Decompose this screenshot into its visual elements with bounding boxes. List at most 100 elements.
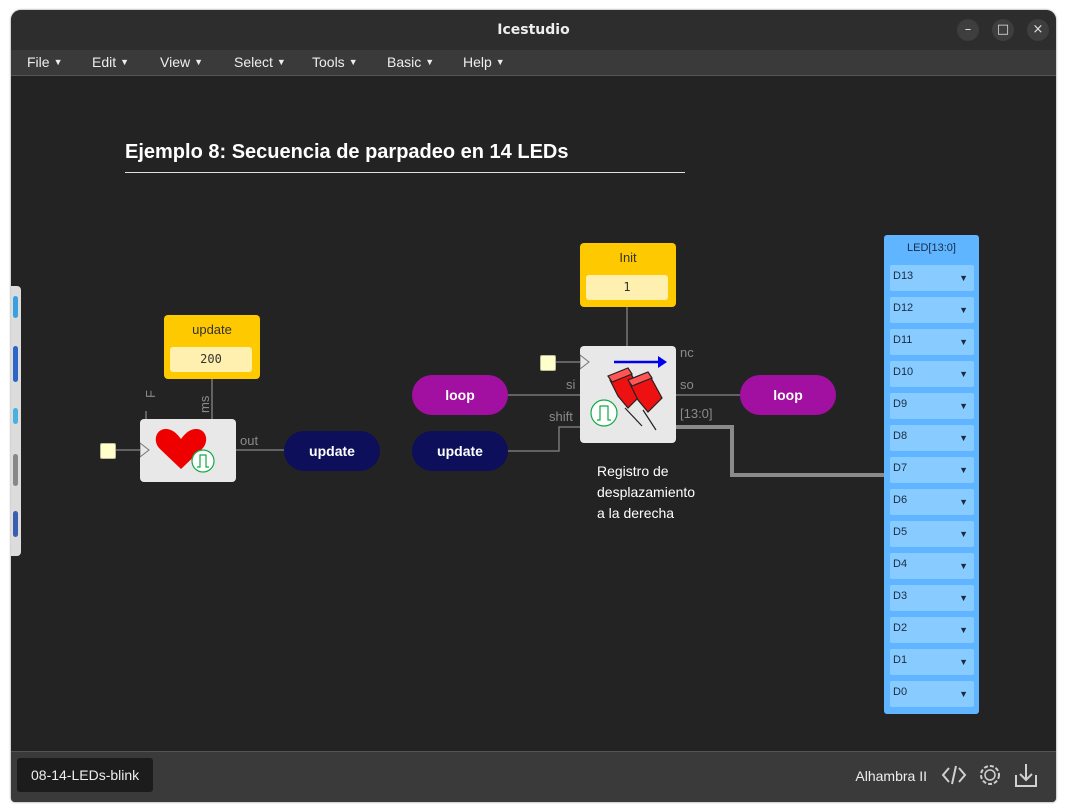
pin-label: D12 [893, 302, 914, 314]
dropdown-arrow-icon: ▼ [959, 561, 968, 571]
port-label-f: F [143, 390, 158, 398]
menu-edit[interactable]: Edit ▼ [92, 54, 129, 70]
constant-update[interactable]: update 200 [164, 315, 260, 379]
pin-label: D0 [893, 686, 908, 698]
pushpin-icon [579, 353, 667, 431]
shift-register-block[interactable] [579, 346, 676, 443]
port-label-si: si [566, 377, 576, 392]
design-canvas[interactable]: Ejemplo 8: Secuencia de parpadeo en 14 L… [11, 76, 1056, 751]
wire-shift[interactable] [508, 426, 580, 452]
pin-select-d5[interactable]: D5 ▼ [890, 521, 974, 547]
pin-select-d1[interactable]: D1 ▼ [890, 649, 974, 675]
pin-label: D8 [893, 430, 908, 442]
heartbeat-block[interactable] [139, 419, 236, 482]
code-icon[interactable] [940, 761, 968, 789]
pin-label: D5 [893, 526, 908, 538]
pin-label: D3 [893, 590, 908, 602]
dropdown-arrow-icon: ▼ [959, 689, 968, 699]
menu-basic[interactable]: Basic ▼ [387, 54, 434, 70]
pin-select-d13[interactable]: D13 ▼ [890, 265, 974, 291]
constant-value[interactable]: 200 [170, 347, 252, 372]
pin-select-d6[interactable]: D6 ▼ [890, 489, 974, 515]
close-button[interactable]: × [1027, 19, 1049, 41]
constant-init[interactable]: Init 1 [580, 243, 676, 307]
pin-select-d12[interactable]: D12 ▼ [890, 297, 974, 323]
dropdown-arrow-icon: ▼ [959, 529, 968, 539]
port-label-out: out [240, 433, 259, 448]
status-bar: 08-14-LEDs-blink Alhambra II [11, 751, 1056, 802]
dropdown-arrow-icon: ▼ [959, 657, 968, 667]
pin-label: D7 [893, 462, 908, 474]
wire-bus[interactable] [676, 425, 890, 477]
heart-icon [139, 428, 215, 473]
pin-label: D6 [893, 494, 908, 506]
dropdown-arrow-icon: ▼ [959, 273, 968, 283]
upload-icon[interactable] [1012, 761, 1040, 789]
pin-label: D13 [893, 270, 914, 282]
title-bar: Icestudio – □ × [11, 10, 1056, 50]
app-window: Icestudio – □ × File ▼ Edit ▼ View ▼ Select… [11, 10, 1056, 802]
dropdown-arrow-icon: ▼ [959, 401, 968, 411]
constant-label: Init [619, 250, 637, 265]
dropdown-arrow-icon: ▼ [959, 369, 968, 379]
menu-select[interactable]: Select ▼ [234, 54, 286, 70]
pin-select-d0[interactable]: D0 ▼ [890, 681, 974, 707]
label-loop-input[interactable]: loop [412, 375, 508, 415]
dropdown-arrow-icon: ▼ [959, 305, 968, 315]
pin-label: D10 [893, 366, 914, 378]
pin-label: D1 [893, 654, 908, 666]
label-loop-output[interactable]: loop [740, 375, 836, 415]
led-panel-title: LED[13:0] [907, 242, 956, 254]
pin-select-d11[interactable]: D11 ▼ [890, 329, 974, 355]
board-name[interactable]: Alhambra II [855, 768, 927, 784]
page-title: Ejemplo 8: Secuencia de parpadeo en 14 L… [125, 141, 569, 163]
port-label-bus: [13:0] [680, 406, 713, 421]
constant-value[interactable]: 1 [586, 275, 668, 300]
maximize-button[interactable]: □ [992, 19, 1014, 41]
input-pin-heartbeat[interactable] [100, 443, 116, 459]
port-label-nc: nc [680, 345, 694, 360]
dropdown-arrow-icon: ▼ [959, 433, 968, 443]
port-label-so: so [680, 377, 694, 392]
chevron-down-icon: ▼ [495, 57, 505, 67]
label-update-input[interactable]: update [412, 431, 508, 471]
minimize-button[interactable]: – [957, 19, 979, 41]
pin-select-d3[interactable]: D3 ▼ [890, 585, 974, 611]
register-note: Registro de desplazamiento a la derecha [597, 461, 695, 524]
menu-file[interactable]: File ▼ [27, 54, 62, 70]
pin-select-d7[interactable]: D7 ▼ [890, 457, 974, 483]
dropdown-arrow-icon: ▼ [959, 337, 968, 347]
pin-select-d9[interactable]: D9 ▼ [890, 393, 974, 419]
chevron-down-icon: ▼ [53, 57, 63, 67]
pin-label: D4 [893, 558, 908, 570]
port-label-ms: ms [197, 395, 212, 413]
chevron-down-icon: ▼ [348, 57, 358, 67]
dropdown-arrow-icon: ▼ [959, 625, 968, 635]
chevron-down-icon: ▼ [425, 57, 435, 67]
chevron-down-icon: ▼ [276, 57, 286, 67]
project-name[interactable]: 08-14-LEDs-blink [17, 758, 154, 792]
dropdown-arrow-icon: ▼ [959, 497, 968, 507]
menu-view[interactable]: View ▼ [160, 54, 203, 70]
label-update-output[interactable]: update [284, 431, 380, 471]
menu-help[interactable]: Help ▼ [463, 54, 505, 70]
led-output-block[interactable]: LED[13:0] D13 ▼ D12 ▼ D11 ▼ D10 ▼ D9 ▼ D8 ▼ D7… [884, 235, 979, 714]
port-label-shift: shift [549, 409, 573, 424]
input-pin-register[interactable] [540, 355, 556, 371]
pin-select-d8[interactable]: D8 ▼ [890, 425, 974, 451]
window-title: Icestudio [497, 22, 570, 38]
dropdown-arrow-icon: ▼ [959, 465, 968, 475]
pin-select-d10[interactable]: D10 ▼ [890, 361, 974, 387]
note-line-3: a la derecha [597, 505, 675, 521]
chevron-down-icon: ▼ [194, 57, 204, 67]
pin-label: D2 [893, 622, 908, 634]
pin-select-d4[interactable]: D4 ▼ [890, 553, 974, 579]
menu-tools[interactable]: Tools ▼ [312, 54, 358, 70]
constant-label: update [192, 322, 232, 337]
menu-bar: File ▼ Edit ▼ View ▼ Select ▼ Tools ▼ Basic ▼ … [11, 50, 1056, 76]
pin-select-d2[interactable]: D2 ▼ [890, 617, 974, 643]
build-gear-icon[interactable] [976, 761, 1004, 789]
note-line-2: desplazamiento [597, 484, 696, 500]
title-underline [125, 172, 685, 173]
note-line-1: Registro de [597, 463, 669, 479]
